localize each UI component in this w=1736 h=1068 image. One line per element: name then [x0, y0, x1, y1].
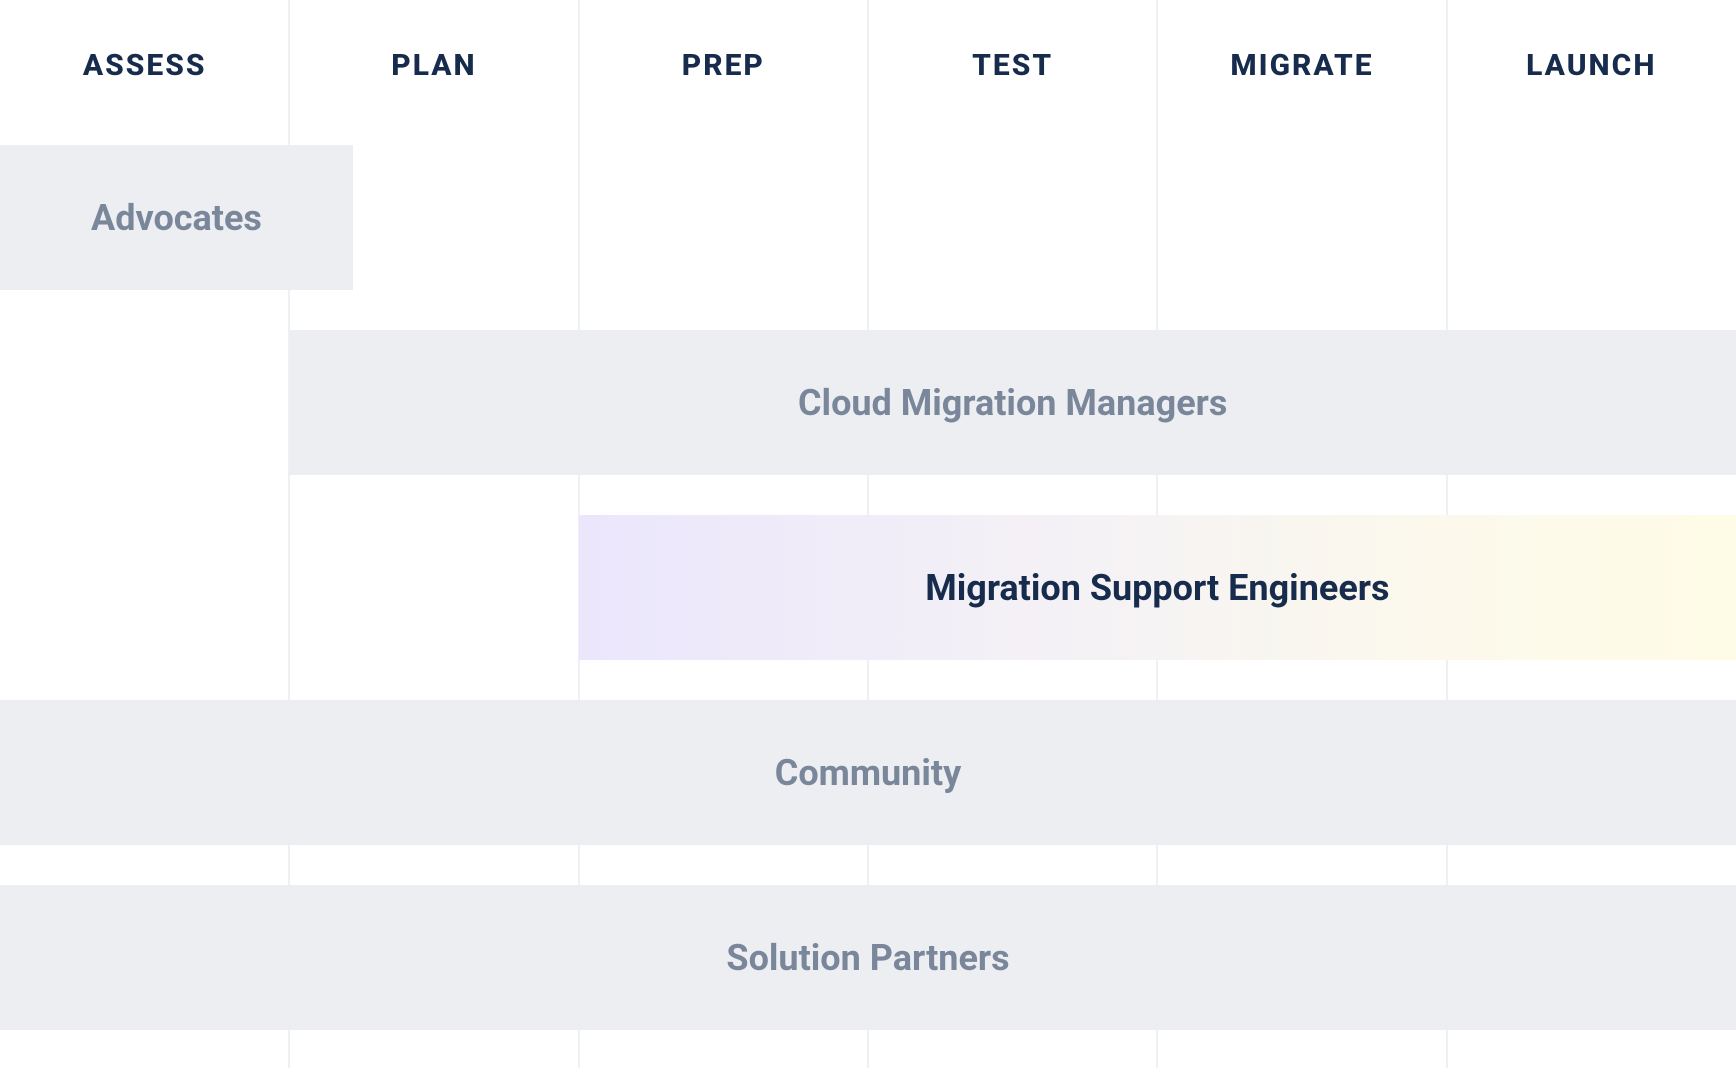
phase-test: TEST	[868, 0, 1157, 130]
bar-community: Community	[0, 700, 1736, 845]
bar-cloud-migration-managers: Cloud Migration Managers	[289, 330, 1736, 475]
phase-migrate: MIGRATE	[1157, 0, 1446, 130]
bar-cloud-migration-managers-label: Cloud Migration Managers	[798, 382, 1227, 424]
phase-prep: PREP	[579, 0, 868, 130]
bar-migration-support-engineers: Migration Support Engineers	[579, 515, 1736, 660]
bar-advocates: Advocates	[0, 145, 353, 290]
bar-solution-partners: Solution Partners	[0, 885, 1736, 1030]
bar-migration-support-engineers-label: Migration Support Engineers	[925, 567, 1389, 609]
phase-header: ASSESS PLAN PREP TEST MIGRATE LAUNCH	[0, 0, 1736, 130]
phase-launch: LAUNCH	[1447, 0, 1736, 130]
bar-solution-partners-label: Solution Partners	[726, 937, 1009, 979]
bar-community-label: Community	[775, 752, 961, 794]
phase-assess: ASSESS	[0, 0, 289, 130]
bar-advocates-label: Advocates	[91, 197, 262, 239]
timeline-canvas: ASSESS PLAN PREP TEST MIGRATE LAUNCH Adv…	[0, 0, 1736, 1068]
phase-plan: PLAN	[289, 0, 578, 130]
